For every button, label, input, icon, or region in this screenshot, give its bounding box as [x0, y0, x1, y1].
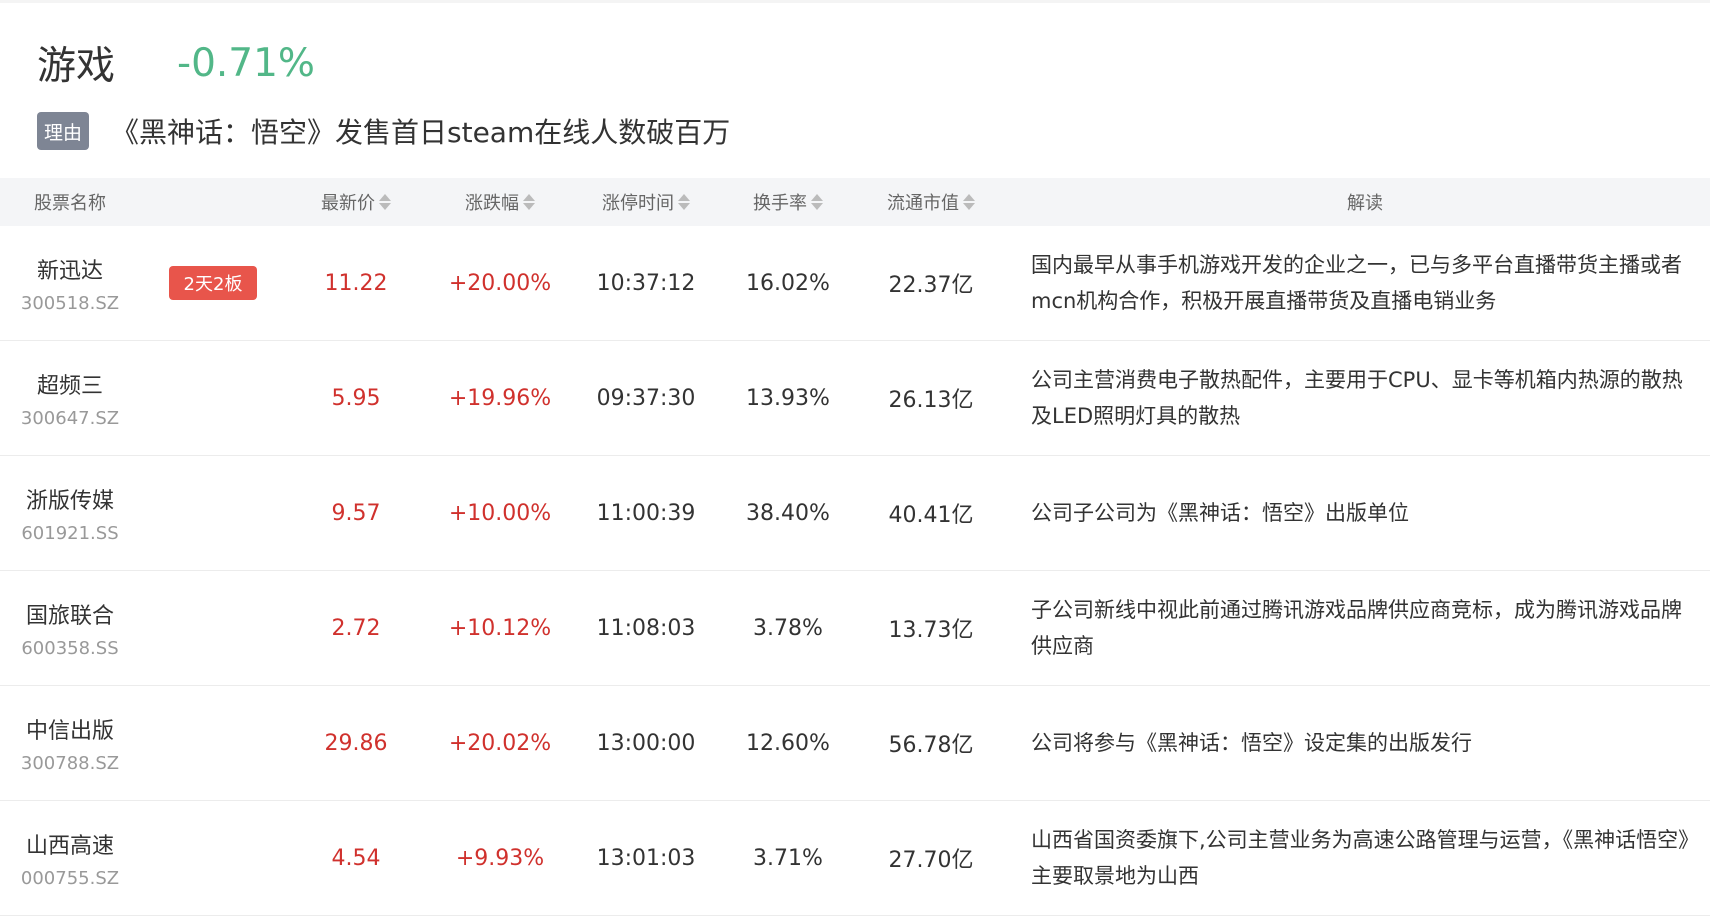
limit-time-cell: 09:37:30 — [596, 385, 696, 411]
stock-name-cell[interactable]: 中信出版 300788.SZ — [0, 686, 140, 800]
stock-code: 300788.SZ — [20, 752, 120, 774]
market-cap-cell: 22.37亿 — [888, 273, 974, 298]
stock-table: 股票名称 最新价 涨跌幅 涨停时间 换手率 流通市值 解读 新迅达 300518 — [0, 178, 1710, 916]
sector-change: -0.71% — [177, 40, 315, 86]
stock-code: 600358.SS — [21, 637, 119, 659]
price-cell: 5.95 — [331, 385, 381, 411]
header-change-label: 涨跌幅 — [465, 193, 519, 214]
price-cell: 29.86 — [324, 730, 388, 756]
header-limit-time[interactable]: 涨停时间 — [581, 178, 711, 226]
limit-time-cell: 10:37:12 — [596, 270, 696, 296]
turnover-cell: 3.78% — [753, 615, 823, 641]
stock-name[interactable]: 国旅联合 — [26, 598, 114, 630]
sort-icon[interactable] — [379, 194, 391, 210]
change-cell: +9.93% — [455, 845, 545, 871]
table-row[interactable]: 浙版传媒 601921.SS 9.57 +10.00% 11:00:39 38.… — [0, 456, 1710, 571]
header-name: 股票名称 — [0, 178, 140, 226]
sector-name: 游戏 — [37, 44, 116, 89]
market-cap-cell: 56.78亿 — [888, 733, 974, 758]
price-cell: 9.57 — [331, 500, 381, 526]
change-cell: +10.12% — [448, 615, 552, 641]
market-cap-cell: 27.70亿 — [888, 848, 974, 873]
interpretation-cell: 公司子公司为《黑神话：悟空》出版单位 — [1031, 456, 1701, 570]
stock-name-cell[interactable]: 新迅达 300518.SZ — [0, 226, 140, 340]
market-cap-cell: 40.41亿 — [888, 503, 974, 528]
interpretation-text: 子公司新线中视此前通过腾讯游戏品牌供应商竞标，成为腾讯游戏品牌供应商 — [1031, 598, 1682, 658]
reason-text: 《黑神话：悟空》发售首日steam在线人数破百万 — [111, 116, 731, 149]
sector-header: 游戏 -0.71% — [37, 38, 315, 90]
market-cap-cell: 13.73亿 — [888, 618, 974, 643]
header-market-cap-label: 流通市值 — [887, 193, 959, 214]
stock-name-cell[interactable]: 山西高速 000755.SZ — [0, 801, 140, 915]
change-cell: +10.00% — [448, 500, 552, 526]
sort-icon[interactable] — [523, 194, 535, 210]
header-turnover-label: 换手率 — [753, 193, 807, 214]
header-price[interactable]: 最新价 — [296, 178, 416, 226]
table-row[interactable]: 新迅达 300518.SZ 2天2板 11.22 +20.00% 10:37:1… — [0, 226, 1710, 341]
interpretation-text: 公司子公司为《黑神话：悟空》出版单位 — [1031, 501, 1409, 525]
header-interpretation-label: 解读 — [1347, 193, 1383, 214]
table-row[interactable]: 中信出版 300788.SZ 29.86 +20.02% 13:00:00 12… — [0, 686, 1710, 801]
interpretation-text: 公司主营消费电子散热配件，主要用于CPU、显卡等机箱内热源的散热及LED照明灯具… — [1031, 368, 1683, 428]
header-name-label: 股票名称 — [34, 193, 106, 214]
stock-name[interactable]: 山西高速 — [26, 828, 114, 860]
table-row[interactable]: 国旅联合 600358.SS 2.72 +10.12% 11:08:03 3.7… — [0, 571, 1710, 686]
price-cell: 11.22 — [324, 270, 388, 296]
limit-time-cell: 11:08:03 — [596, 615, 696, 641]
change-cell: +19.96% — [448, 385, 552, 411]
limit-time-cell: 13:00:00 — [596, 730, 696, 756]
price-cell: 2.72 — [331, 615, 381, 641]
header-limit-time-label: 涨停时间 — [602, 193, 674, 214]
stock-code: 000755.SZ — [20, 867, 120, 889]
interpretation-cell: 山西省国资委旗下,公司主营业务为高速公路管理与运营，《黑神话悟空》主要取景地为山… — [1031, 801, 1701, 915]
limit-time-cell: 11:00:39 — [596, 500, 696, 526]
limit-time-cell: 13:01:03 — [596, 845, 696, 871]
header-turnover[interactable]: 换手率 — [728, 178, 848, 226]
header-interpretation: 解读 — [1300, 178, 1430, 226]
top-divider — [0, 0, 1710, 3]
header-market-cap[interactable]: 流通市值 — [866, 178, 996, 226]
stock-name[interactable]: 浙版传媒 — [26, 483, 114, 515]
turnover-cell: 12.60% — [746, 730, 830, 756]
table-header: 股票名称 最新价 涨跌幅 涨停时间 换手率 流通市值 解读 — [0, 178, 1710, 226]
reason-line: 理由 《黑神话：悟空》发售首日steam在线人数破百万 — [37, 111, 730, 151]
interpretation-text: 公司将参与《黑神话：悟空》设定集的出版发行 — [1031, 731, 1472, 755]
stock-code: 300647.SZ — [20, 407, 120, 429]
table-row[interactable]: 山西高速 000755.SZ 4.54 +9.93% 13:01:03 3.71… — [0, 801, 1710, 916]
interpretation-text: 山西省国资委旗下,公司主营业务为高速公路管理与运营，《黑神话悟空》主要取景地为山… — [1031, 828, 1700, 888]
stock-name-cell[interactable]: 超频三 300647.SZ — [0, 341, 140, 455]
turnover-cell: 13.93% — [746, 385, 830, 411]
stock-name[interactable]: 新迅达 — [37, 253, 103, 285]
interpretation-cell: 子公司新线中视此前通过腾讯游戏品牌供应商竞标，成为腾讯游戏品牌供应商 — [1031, 571, 1701, 685]
sort-icon[interactable] — [811, 194, 823, 210]
turnover-cell: 3.71% — [753, 845, 823, 871]
stock-name-cell[interactable]: 国旅联合 600358.SS — [0, 571, 140, 685]
change-cell: +20.02% — [448, 730, 552, 756]
change-cell: +20.00% — [448, 270, 552, 296]
stock-code: 300518.SZ — [20, 292, 120, 314]
interpretation-cell: 公司主营消费电子散热配件，主要用于CPU、显卡等机箱内热源的散热及LED照明灯具… — [1031, 341, 1701, 455]
stock-code: 601921.SS — [21, 522, 119, 544]
header-change[interactable]: 涨跌幅 — [440, 178, 560, 226]
table-row[interactable]: 超频三 300647.SZ 5.95 +19.96% 09:37:30 13.9… — [0, 341, 1710, 456]
stock-name[interactable]: 中信出版 — [26, 713, 114, 745]
turnover-cell: 38.40% — [746, 500, 830, 526]
reason-tag: 理由 — [37, 112, 89, 150]
interpretation-text: 国内最早从事手机游戏开发的企业之一，已与多平台直播带货主播或者mcn机构合作，积… — [1031, 253, 1682, 313]
interpretation-cell: 公司将参与《黑神话：悟空》设定集的出版发行 — [1031, 686, 1701, 800]
stock-name-cell[interactable]: 浙版传媒 601921.SS — [0, 456, 140, 570]
limit-up-badge: 2天2板 — [169, 266, 257, 300]
sort-icon[interactable] — [678, 194, 690, 210]
price-cell: 4.54 — [331, 845, 381, 871]
sort-icon[interactable] — [963, 194, 975, 210]
interpretation-cell: 国内最早从事手机游戏开发的企业之一，已与多平台直播带货主播或者mcn机构合作，积… — [1031, 226, 1701, 340]
stock-name[interactable]: 超频三 — [37, 368, 103, 400]
turnover-cell: 16.02% — [746, 270, 830, 296]
header-price-label: 最新价 — [321, 193, 375, 214]
market-cap-cell: 26.13亿 — [888, 388, 974, 413]
